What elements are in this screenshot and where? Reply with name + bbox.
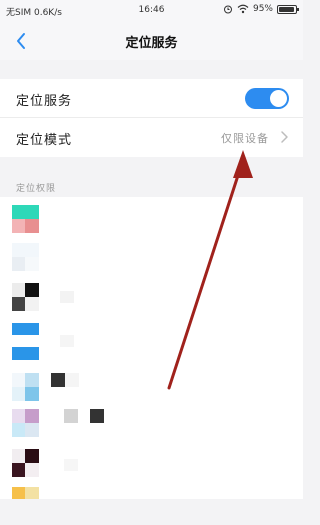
status-bar: 无SIM 0.6K/s 16:46 95%	[0, 0, 303, 22]
app-icon	[12, 243, 39, 271]
location-mode-label: 定位模式	[16, 133, 73, 148]
app-name-blur	[60, 335, 74, 347]
app-list-item[interactable]	[0, 323, 303, 361]
app-list-item[interactable]	[0, 373, 303, 411]
app-icon	[12, 449, 39, 477]
section-header-permissions: 定位权限	[16, 184, 57, 194]
app-name-blur	[64, 459, 78, 471]
app-icon	[12, 373, 39, 401]
app-icon	[12, 347, 39, 360]
location-settings-group: 定位服务 定位模式 仅限设备	[0, 79, 303, 157]
battery-icon	[277, 4, 299, 14]
app-list-item[interactable]	[0, 449, 303, 487]
app-icon	[12, 283, 39, 311]
app-name-blur	[65, 373, 79, 387]
app-icon	[12, 323, 39, 335]
toggle-knob	[270, 90, 287, 107]
app-permission-list	[0, 197, 303, 499]
location-service-label: 定位服务	[16, 94, 73, 109]
app-list-item[interactable]	[0, 283, 303, 321]
app-icon	[12, 205, 39, 233]
app-name-blur	[60, 291, 74, 303]
app-icon	[12, 409, 39, 437]
app-name-blur	[90, 409, 104, 423]
battery-percent: 95%	[252, 4, 273, 14]
alarm-icon	[223, 5, 232, 14]
page-title: 定位服务	[125, 36, 178, 51]
app-list-item[interactable]	[0, 205, 303, 243]
title-bar: 定位服务	[0, 22, 303, 60]
location-mode-row[interactable]: 定位模式 仅限设备	[0, 118, 303, 157]
app-name-blur	[64, 409, 78, 423]
location-mode-value: 仅限设备	[221, 132, 269, 145]
app-name-blur	[51, 373, 65, 387]
app-list-item[interactable]	[0, 243, 303, 281]
wifi-icon	[237, 4, 249, 14]
location-service-toggle[interactable]	[245, 88, 289, 109]
status-icons: 95%	[223, 4, 299, 14]
chevron-right-icon	[281, 131, 288, 143]
location-service-row[interactable]: 定位服务	[0, 79, 303, 118]
app-list-item[interactable]	[0, 487, 303, 525]
app-icon	[12, 487, 39, 499]
app-list-item[interactable]	[0, 409, 303, 447]
